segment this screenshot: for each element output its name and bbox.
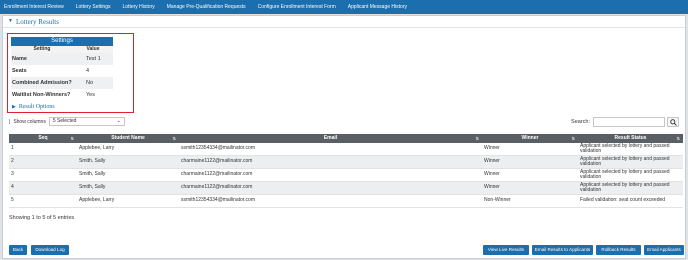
table-info: Showing 1 to 5 of 5 entries <box>9 215 75 221</box>
chevron-down-icon: ⌄ <box>116 118 121 124</box>
cell-seq: 4 <box>11 184 14 191</box>
columns-select[interactable]: 5 Selected ⌄ <box>48 117 125 126</box>
col-winner[interactable]: Winner ⇅ <box>482 134 578 143</box>
setting-value: 4 <box>86 68 90 74</box>
cell-winner: Winner <box>484 145 500 152</box>
search-control: Search: <box>571 117 679 127</box>
settings-row: Waitlist Non-Winners? Yes <box>11 89 113 101</box>
cell-email: ssmith12354334@mailinator.com <box>181 197 256 204</box>
cell-winner: Winner <box>484 184 500 191</box>
nav-lottery-history[interactable]: Lottery History <box>123 4 155 10</box>
setting-label: Name <box>12 56 27 62</box>
table-row: 3 Smith, Sally charmaine1122@mailinator.… <box>9 169 683 182</box>
panel-title: Lottery Results <box>15 17 59 26</box>
table-row: 2 Smith, Sally charmaine1122@mailinator.… <box>9 156 683 169</box>
col-seq[interactable]: Seq ⇅ <box>9 134 77 143</box>
result-options-label: Result Options <box>18 104 55 110</box>
rollback-results-button[interactable]: Rollback Results <box>596 245 641 255</box>
table-row: 4 Smith, Sally charmaine1122@mailinator.… <box>9 182 683 195</box>
cell-seq: 3 <box>11 171 14 178</box>
sort-icon: ⇅ <box>172 136 176 141</box>
settings-highlight-box: Settings Setting Value Name Test 1 Seats… <box>7 33 134 113</box>
search-label: Search: <box>571 119 590 125</box>
nav-enrollment-interest-review[interactable]: Enrollment Interest Review <box>4 4 64 10</box>
cell-seq: 5 <box>11 197 14 204</box>
table-row: 5 Applebee, Larry ssmith12354334@mailina… <box>9 195 683 208</box>
cell-winner: Non-Winner <box>484 197 511 204</box>
email-applicants-button[interactable]: Email Applicants <box>644 245 684 255</box>
settings-row: Seats 4 <box>11 65 113 77</box>
back-button[interactable]: Back <box>9 245 27 255</box>
sort-icon: ⇅ <box>676 136 680 141</box>
cell-seq: 1 <box>11 145 14 152</box>
col-student-name[interactable]: Student Name ⇅ <box>77 134 179 143</box>
setting-label: Waitlist Non-Winners? <box>12 92 71 98</box>
caret-right-icon: ▶ <box>12 105 16 110</box>
cell-name: Smith, Sally <box>79 158 106 165</box>
cell-status: Failed validation: seat count exceeded <box>580 197 666 204</box>
caret-down-icon: ▼ <box>8 19 13 24</box>
cell-email: ssmith12354334@mailinator.com <box>181 145 256 152</box>
nav-applicant-message-history[interactable]: Applicant Message History <box>348 4 407 10</box>
nav-configure-form[interactable]: Configure Enrollment Interest Form <box>258 4 336 10</box>
search-button[interactable] <box>667 117 679 127</box>
result-options-toggle[interactable]: ▶ Result Options <box>12 104 55 110</box>
cell-seq: 2 <box>11 158 14 165</box>
setting-value: Test 1 <box>86 56 101 62</box>
lottery-results-panel: ▼ Lottery Results Settings Setting Value… <box>2 15 686 259</box>
settings-row: Name Test 1 <box>11 53 113 65</box>
cell-email: charmaine1122@mailinator.com <box>181 158 253 165</box>
panel-header[interactable]: ▼ Lottery Results <box>3 16 685 28</box>
cell-status: Applicant selected by lottery and passed… <box>580 181 670 193</box>
settings-title: Settings <box>11 37 113 46</box>
settings-table: Settings Setting Value Name Test 1 Seats… <box>11 37 113 101</box>
settings-row: Combined Admission? No <box>11 77 113 89</box>
show-columns-label: Show columns <box>13 118 46 125</box>
table-row: 1 Applebee, Larry ssmith12354334@mailina… <box>9 143 683 156</box>
top-navigation: Enrollment Interest Review Lottery Setti… <box>0 0 688 14</box>
search-input[interactable] <box>593 117 665 127</box>
cell-winner: Winner <box>484 158 500 165</box>
vertical-bar-icon: | <box>9 118 11 125</box>
show-columns-control: | Show columns 5 Selected ⌄ <box>9 117 125 126</box>
cell-status: Applicant selected by lottery and passed… <box>580 142 670 154</box>
table-header: Seq ⇅ Student Name ⇅ Email ⇅ Winner ⇅ Result… <box>9 134 683 143</box>
cell-email: charmaine1122@mailinator.com <box>181 184 253 191</box>
cell-status: Applicant selected by lottery and passed… <box>580 168 670 180</box>
cell-status: Applicant selected by lottery and passed… <box>580 155 670 167</box>
sort-icon: ⇅ <box>70 136 74 141</box>
cell-name: Smith, Sally <box>79 184 106 191</box>
settings-col-setting: Setting <box>33 46 51 52</box>
col-result-status[interactable]: Result Status ⇅ <box>578 134 683 143</box>
download-log-button[interactable]: Download Log <box>31 245 69 255</box>
cell-name: Applebee, Larry <box>79 197 115 204</box>
sort-icon: ⇅ <box>475 136 479 141</box>
cell-name: Smith, Sally <box>79 171 106 178</box>
cell-winner: Winner <box>484 171 500 178</box>
setting-value: No <box>86 80 94 86</box>
settings-header-row: Setting Value <box>11 46 113 53</box>
results-table: Seq ⇅ Student Name ⇅ Email ⇅ Winner ⇅ Result… <box>9 134 683 208</box>
nav-manage-prequalification[interactable]: Manage Pre-Qualification Requests <box>167 4 246 10</box>
setting-label: Seats <box>12 68 27 74</box>
setting-value: Yes <box>86 92 95 98</box>
settings-col-value: Value <box>86 46 100 52</box>
cell-name: Applebee, Larry <box>79 145 115 152</box>
columns-select-value: 5 Selected <box>52 118 77 124</box>
setting-label: Combined Admission? <box>12 80 72 86</box>
cell-email: charmaine1122@mailinator.com <box>181 171 253 178</box>
email-results-button[interactable]: Email Results to Applicants <box>532 245 593 255</box>
sort-icon: ⇅ <box>571 136 575 141</box>
search-icon <box>669 118 677 126</box>
nav-lottery-settings[interactable]: Lottery Settings <box>76 4 111 10</box>
col-email[interactable]: Email ⇅ <box>179 134 482 143</box>
view-live-results-button[interactable]: View Live Results <box>483 245 529 255</box>
